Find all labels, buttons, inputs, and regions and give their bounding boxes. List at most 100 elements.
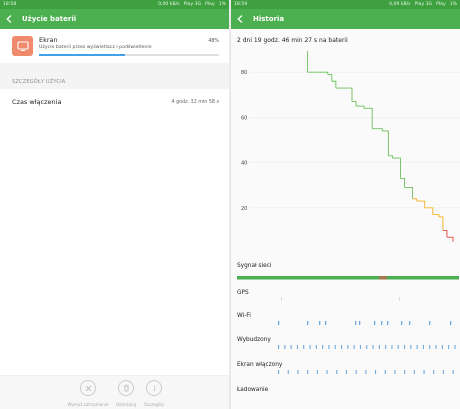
app-description: Użycie baterii przez wyświetlacz i podśw…	[39, 45, 152, 50]
details-button[interactable]: Szczegóły	[134, 380, 174, 407]
usage-time-value: 4 godz. 32 min 58 s	[171, 99, 220, 105]
awake-mark	[290, 345, 292, 349]
battery-line-segment	[356, 105, 365, 109]
back-arrow-icon[interactable]	[237, 13, 247, 25]
gps-mark	[281, 297, 282, 301]
wifi-mark	[381, 321, 383, 325]
battery-line-segment	[432, 214, 440, 217]
awake-mark	[391, 345, 393, 349]
wifi-mark	[278, 321, 280, 325]
awake-mark	[422, 345, 424, 349]
status-carrier-1: Play 3G	[414, 2, 433, 7]
y-tick-label: 60	[241, 115, 247, 121]
y-tick-label: 40	[241, 161, 247, 167]
screen-on-mark	[384, 370, 386, 374]
track-label: Wi-Fi	[237, 313, 251, 319]
screen-on-mark	[404, 370, 406, 374]
awake-mark	[334, 345, 336, 349]
awake-mark	[278, 345, 280, 349]
status-carrier-2: Play	[436, 2, 446, 7]
track-label: Wybudzony	[237, 337, 271, 343]
wifi-mark	[325, 321, 327, 325]
battery-line-segment	[307, 51, 309, 73]
force-stop-button[interactable]: Wymuś zatrzymanie	[68, 380, 108, 407]
battery-line-segment	[307, 71, 329, 75]
awake-mark	[429, 345, 431, 349]
screen-on-mark	[287, 370, 289, 374]
battery-line-segment	[400, 177, 405, 188]
awake-mark	[441, 345, 443, 349]
status-time: 18:58	[3, 2, 17, 7]
screen-on-mark	[355, 370, 357, 374]
awake-mark	[448, 345, 450, 349]
app-bar: Historia	[231, 9, 460, 29]
awake-mark	[404, 345, 406, 349]
screen-on-mark	[423, 370, 425, 374]
y-tick-label: 20	[241, 206, 247, 212]
network-signal-gap	[379, 276, 387, 280]
wifi-mark	[409, 321, 411, 325]
screen-on-mark	[452, 370, 454, 374]
wifi-mark	[374, 321, 376, 325]
screen-on-mark	[316, 370, 318, 374]
wifi-mark	[429, 321, 431, 325]
battery-line-segment	[382, 130, 389, 156]
status-battery: 1%	[449, 2, 457, 7]
awake-mark	[315, 345, 317, 349]
battery-line-segment	[404, 187, 414, 199]
track-label: Sygnał sieci	[237, 263, 272, 269]
info-icon	[146, 380, 162, 396]
gps-mark	[399, 297, 400, 301]
wifi-mark	[319, 321, 321, 325]
details-label: Szczegóły	[144, 402, 164, 407]
battery-line-segment	[388, 155, 393, 159]
screen-on-mark	[345, 370, 347, 374]
battery-line-segment	[327, 74, 333, 82]
awake-mark	[454, 345, 456, 349]
battery-line-segment	[364, 107, 373, 129]
status-net-speed: 0,00 kB/s	[158, 2, 180, 7]
close-icon	[80, 380, 96, 396]
y-tick-label: 80	[241, 70, 247, 76]
app-bar: Użycie baterii	[0, 9, 229, 29]
awake-mark	[328, 345, 330, 349]
awake-mark	[347, 345, 349, 349]
battery-usage-screen: 18:58 0,00 kB/s Play 3G Play 1% Użycie b…	[0, 0, 229, 409]
awake-mark	[353, 345, 355, 349]
awake-mark	[359, 345, 361, 349]
screen-on-mark	[297, 370, 299, 374]
track-label: Ładowanie	[236, 387, 269, 393]
battery-line-segment	[331, 80, 337, 89]
back-arrow-icon[interactable]	[6, 13, 16, 25]
battery-line-segment	[416, 200, 426, 208]
network-signal-bar	[237, 276, 459, 280]
status-carrier-1: Play 3G	[183, 2, 202, 7]
awake-mark	[322, 345, 324, 349]
battery-line-segment	[372, 128, 383, 131]
awake-mark	[416, 345, 418, 349]
awake-mark	[284, 345, 286, 349]
awake-mark	[372, 345, 374, 349]
status-bar: 18:58 0,00 kB/s Play 3G Play 1%	[0, 0, 229, 9]
screen-on-mark	[394, 370, 396, 374]
awake-mark	[397, 345, 399, 349]
wifi-mark	[307, 321, 309, 325]
section-gap	[0, 63, 229, 75]
screen-on-mark	[307, 370, 309, 374]
usage-percent: 48%	[208, 39, 219, 44]
usage-progress-fill	[39, 54, 126, 56]
awake-mark	[303, 345, 305, 349]
screen-on-mark	[413, 370, 415, 374]
page-title: Historia	[253, 15, 285, 23]
force-stop-label: Wymuś zatrzymanie	[67, 402, 109, 407]
wifi-mark	[450, 321, 452, 325]
app-usage-card[interactable]: Ekran Użycie baterii przez wyświetlacz i…	[0, 29, 229, 63]
usage-time-label: Czas włączenia	[12, 98, 62, 106]
screen-on-mark	[278, 370, 280, 374]
awake-mark	[435, 345, 437, 349]
battery-line-segment	[392, 157, 401, 179]
status-net-speed: 0,09 kB/s	[389, 2, 411, 7]
trash-icon	[118, 380, 134, 396]
usage-time-row: Czas włączenia 4 godz. 32 min 58 s	[0, 89, 229, 115]
awake-mark	[410, 345, 412, 349]
